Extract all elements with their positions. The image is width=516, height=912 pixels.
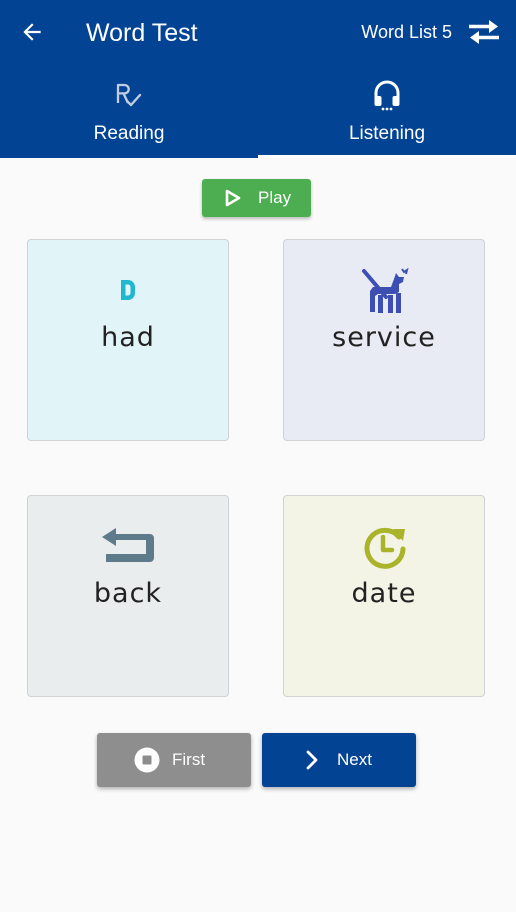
card-word: had [101, 322, 155, 353]
stop-circle-icon [134, 747, 160, 773]
arrow-left-icon [23, 23, 41, 41]
word-list-label[interactable]: Word List 5 [361, 20, 452, 44]
next-button-label: Next [337, 750, 372, 769]
tab-reading[interactable]: Reading [0, 72, 258, 158]
word-card-service[interactable]: service [283, 239, 485, 441]
chevron-right-icon [306, 750, 318, 770]
card-word: service [332, 322, 436, 353]
clock-refresh-icon [364, 527, 406, 569]
page-title: Word Test [86, 19, 198, 47]
headphones-icon [374, 80, 400, 111]
first-button-label: First [172, 750, 206, 769]
active-tab-indicator [258, 155, 516, 158]
play-button[interactable]: Play [202, 179, 311, 217]
play-icon [225, 189, 241, 207]
card-word: date [351, 578, 417, 609]
letter-d-icon [121, 280, 135, 300]
back-button[interactable] [16, 16, 48, 48]
tab-reading-label: Reading [93, 123, 165, 144]
return-arrow-icon [102, 528, 154, 562]
word-card-back[interactable]: back [27, 495, 229, 697]
reading-check-icon [116, 83, 142, 107]
next-button[interactable]: Next [262, 733, 416, 787]
tab-listening[interactable]: Listening [258, 72, 516, 158]
tab-listening-label: Listening [348, 123, 426, 144]
play-button-label: Play [258, 188, 292, 207]
card-word: back [93, 578, 163, 609]
word-card-date[interactable]: date [283, 495, 485, 697]
swap-arrows-icon [469, 20, 499, 44]
switch-list-button[interactable] [466, 16, 502, 48]
app-bar: Word Test Word List 5 Reading Listening [0, 0, 516, 158]
word-card-had[interactable]: had [27, 239, 229, 441]
first-button[interactable]: First [97, 733, 251, 787]
service-dog-icon [362, 267, 409, 313]
